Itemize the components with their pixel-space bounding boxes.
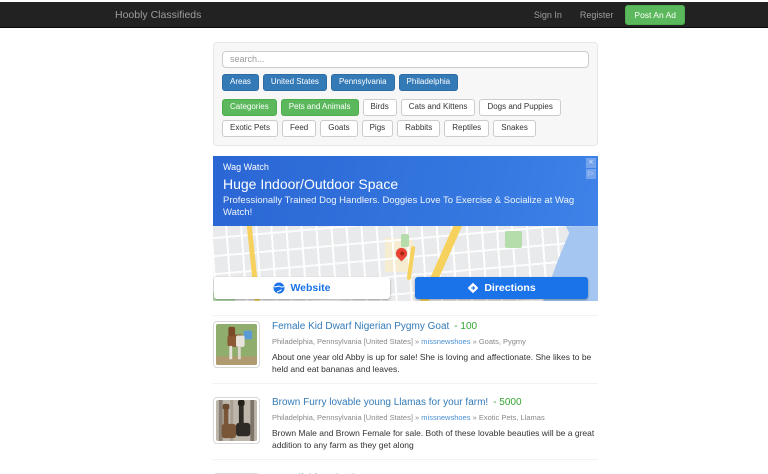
ad-advertiser-name: Wag Watch [223, 161, 269, 172]
ad-close-icon[interactable]: ✕ [586, 157, 596, 168]
directions-button[interactable]: Directions [415, 277, 588, 300]
category-filter-feed[interactable]: Feed [282, 119, 317, 137]
navbar-right-group: Sign In Register Post An Ad [516, 4, 685, 25]
meta-separator: » [472, 412, 477, 422]
listing-details: Female Kid Dwarf Nigerian Pygmy Goat - 10… [272, 321, 598, 376]
category-filter-cats-and-kittens[interactable]: Cats and Kittens [400, 98, 476, 116]
meta-separator: » [415, 412, 420, 422]
category-filter-birds[interactable]: Birds [362, 98, 397, 116]
area-filter-areas[interactable]: Areas [222, 73, 259, 91]
ad-text-section: Wag Watch Huge Indoor/Outdoor Space Prof… [213, 155, 598, 227]
category-filter-row: Categories Pets and Animals Birds Cats a… [222, 98, 589, 137]
ad-map[interactable]: Website Directions [213, 226, 598, 302]
listing-price: - 100 [454, 321, 478, 333]
website-button-label: Website [290, 282, 331, 295]
meta-separator: » [472, 337, 477, 347]
ad-headline: Huge Indoor/Outdoor Space [223, 175, 399, 192]
area-filter-philadelphia[interactable]: Philadelphia [398, 73, 459, 91]
globe-icon [273, 282, 285, 294]
meta-separator: » [415, 337, 420, 347]
sign-in-link[interactable]: Sign In [534, 10, 562, 20]
map-park [505, 231, 522, 249]
register-link[interactable]: Register [580, 10, 614, 20]
category-filter-categories[interactable]: Categories [222, 98, 277, 116]
listing-meta: Philadelphia, Pennsylvania [United State… [272, 413, 598, 422]
map-park [401, 234, 409, 248]
search-filter-panel: Areas United States Pennsylvania Philade… [213, 42, 598, 146]
post-an-ad-button[interactable]: Post An Ad [625, 4, 685, 25]
category-filter-goats[interactable]: Goats [320, 119, 358, 137]
category-filter-snakes[interactable]: Snakes [493, 119, 536, 137]
listing-details: Brown Furry lovable young Llamas for you… [272, 397, 598, 452]
llamas-thumbnail[interactable] [213, 396, 260, 444]
listing-title-link[interactable]: Female Kid Dwarf Nigerian Pygmy Goat [272, 321, 449, 332]
area-filter-pennsylvania[interactable]: Pennsylvania [330, 73, 395, 91]
directions-icon [468, 283, 479, 294]
listing-description: Brown Male and Brown Female for sale. Bo… [272, 427, 595, 450]
directions-button-label: Directions [484, 282, 536, 295]
top-navbar: Hoobly Classifieds Sign In Register Post… [0, 2, 768, 28]
seller-link[interactable]: missnewshoes [421, 337, 470, 346]
listing-price: - 5000 [493, 396, 522, 408]
listing-row-goat: Female Kid Dwarf Nigerian Pygmy Goat - 10… [213, 321, 598, 384]
ad-banner[interactable]: Wag Watch Huge Indoor/Outdoor Space Prof… [213, 155, 598, 302]
listing-results: Female Kid Dwarf Nigerian Pygmy Goat - 10… [213, 315, 598, 474]
main-content-column: Areas United States Pennsylvania Philade… [213, 42, 598, 474]
ad-controls: ✕ ▷ [586, 157, 596, 179]
search-input[interactable] [222, 50, 589, 68]
category-filter-rabbits[interactable]: Rabbits [397, 119, 441, 137]
listing-location: Philadelphia, Pennsylvania [United State… [272, 412, 413, 422]
listing-description: About one year old Abby is up for sale! … [272, 352, 592, 375]
goat-thumbnail[interactable] [213, 321, 260, 369]
category-filter-pets-and-animals[interactable]: Pets and Animals [280, 98, 359, 116]
ad-body-text: Professionally Trained Dog Handlers. Dog… [223, 194, 575, 218]
listing-category: Goats, Pygmy [478, 337, 526, 347]
seller-link[interactable]: missnewshoes [421, 413, 470, 422]
listing-title-link[interactable]: Brown Furry lovable young Llamas for you… [272, 397, 488, 408]
category-filter-dogs-and-puppies[interactable]: Dogs and Puppies [479, 98, 561, 116]
area-filter-united-states[interactable]: United States [262, 73, 327, 91]
category-filter-exotic-pets[interactable]: Exotic Pets [222, 119, 279, 137]
listing-meta: Philadelphia, Pennsylvania [United State… [272, 337, 598, 346]
brand-logo[interactable]: Hoobly Classifieds [115, 9, 201, 21]
area-filter-row: Areas United States Pennsylvania Philade… [222, 73, 589, 91]
category-filter-pigs[interactable]: Pigs [361, 119, 394, 137]
listing-row-llamas: Brown Furry lovable young Llamas for you… [213, 396, 598, 460]
listing-category: Exotic Pets, Llamas [478, 412, 545, 422]
category-filter-reptiles[interactable]: Reptiles [444, 119, 490, 137]
listing-location: Philadelphia, Pennsylvania [United State… [272, 337, 413, 347]
ad-action-buttons: Website Directions [214, 277, 588, 300]
website-button[interactable]: Website [214, 277, 390, 300]
adchoices-icon[interactable]: ▷ [586, 168, 596, 179]
